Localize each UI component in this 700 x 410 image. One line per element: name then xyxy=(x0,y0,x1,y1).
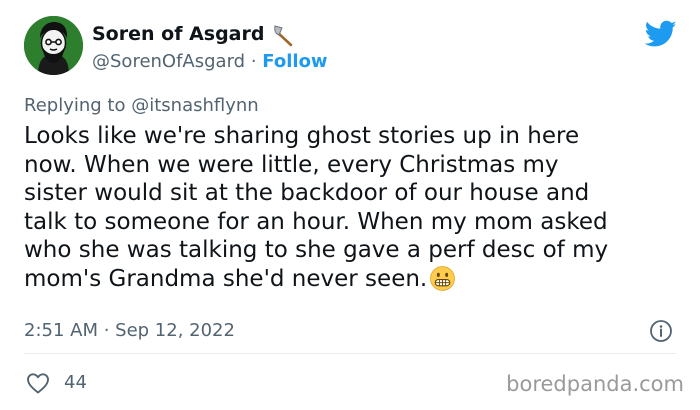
info-icon[interactable] xyxy=(649,319,673,343)
author-display-name[interactable]: Soren of Asgard xyxy=(92,21,264,47)
heart-icon[interactable] xyxy=(26,372,50,394)
twitter-bird-icon[interactable] xyxy=(645,20,677,48)
author-handle-row: @SorenOfAsgard · Follow xyxy=(92,50,328,74)
tweet-line: who she was talking to she gave a perf d… xyxy=(24,237,609,264)
bearded-man-avatar-icon xyxy=(24,16,83,75)
like-count: 44 xyxy=(64,372,87,393)
divider xyxy=(24,353,676,354)
tweet-text: Looks like we're sharing ghost stories u… xyxy=(24,122,692,294)
tweet-timestamp[interactable]: 2:51 AM · Sep 12, 2022 xyxy=(24,319,235,343)
tweet-line-text: mom's Grandma she'd never seen. xyxy=(24,265,428,292)
author-handle[interactable]: @SorenOfAsgard xyxy=(92,51,245,72)
axe-icon xyxy=(274,25,293,47)
avatar[interactable] xyxy=(24,16,83,75)
tweet-line: Looks like we're sharing ghost stories u… xyxy=(24,123,580,149)
grimacing-face-icon xyxy=(430,266,456,291)
reply-prefix: Replying to xyxy=(24,95,126,116)
handle-separator: · xyxy=(250,51,257,72)
tweet-line: now. When we were little, every Christma… xyxy=(24,151,559,178)
tweet-line-last: mom's Grandma she'd never seen. xyxy=(24,265,692,294)
tweet-line: sister would sit at the backdoor of our … xyxy=(24,180,590,207)
follow-button[interactable]: Follow xyxy=(262,51,327,72)
tweet-line: talk to someone for an hour. When my mom… xyxy=(24,208,608,235)
watermark: boredpanda.com xyxy=(506,372,684,396)
reply-handle-link[interactable]: @itsnashflynn xyxy=(131,95,258,116)
reply-context: Replying to @itsnashflynn xyxy=(24,94,259,118)
